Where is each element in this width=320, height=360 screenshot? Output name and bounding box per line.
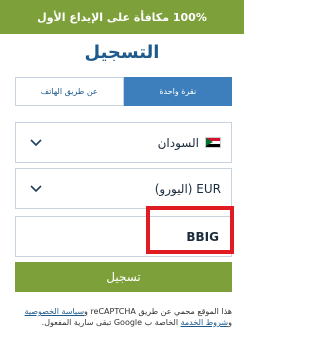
sudan-flag-icon (205, 137, 221, 148)
terms-of-service-link[interactable]: شروط الخدمة (181, 318, 229, 327)
country-value-wrapper: السودان (158, 136, 221, 150)
recaptcha-notice: هذا الموقع محمي عن طريق reCAPTCHA وسياسة… (15, 306, 232, 328)
tab-one-click[interactable]: نقرة واحدة (123, 77, 232, 106)
bonus-banner: 100% مكافأة على الإيداع الأول (0, 0, 244, 34)
tab-by-phone[interactable]: عن طريق الهاتف (15, 77, 124, 106)
footer-text-2: و (228, 318, 232, 327)
bonus-banner-text: 100% مكافأة على الإيداع الأول (37, 10, 207, 24)
country-value: السودان (157, 135, 199, 150)
registration-tabs: عن طريق الهاتف نقرة واحدة (15, 77, 232, 106)
promo-code-input[interactable] (16, 217, 231, 256)
page-title: التسجيل (84, 42, 160, 63)
promo-code-field[interactable] (15, 216, 232, 257)
footer-text-3: الخاصة ب Google تبقى سارية المفعول. (41, 318, 181, 327)
footer-text-1: هذا الموقع محمي عن طريق reCAPTCHA و (84, 307, 232, 316)
privacy-policy-link[interactable]: سياسة الخصوصية (25, 307, 84, 316)
chevron-down-icon (26, 133, 46, 153)
currency-value: EUR (اليورو) (154, 181, 221, 196)
register-button[interactable]: تسجيل (15, 262, 232, 292)
currency-select[interactable]: EUR (اليورو) (15, 168, 232, 209)
country-select[interactable]: السودان (15, 122, 232, 163)
currency-value-wrapper: EUR (اليورو) (155, 182, 221, 196)
chevron-down-icon (26, 179, 46, 199)
